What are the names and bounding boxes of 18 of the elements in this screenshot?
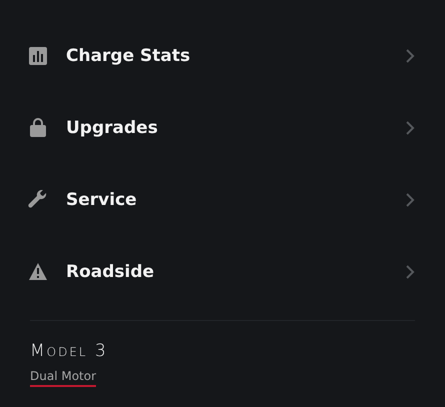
chevron-right-icon: [405, 48, 415, 64]
menu-item[interactable]: Upgrades: [0, 92, 445, 164]
wrench-icon: [28, 190, 48, 210]
variant-label: Dual Motor: [30, 369, 96, 387]
model-name: Model 3: [30, 341, 109, 361]
menu-item[interactable]: Roadside: [0, 236, 445, 308]
bar-chart-icon: [28, 46, 48, 66]
warning-icon: [28, 262, 48, 282]
menu-label: Upgrades: [66, 118, 159, 138]
shopping-bag-icon: [28, 118, 48, 138]
chevron-right-icon: [405, 120, 415, 136]
menu-label: Roadside: [66, 262, 156, 282]
chevron-right-icon: [405, 264, 415, 280]
menu-item[interactable]: Service: [0, 164, 445, 236]
menu-item[interactable]: Charge Stats: [0, 20, 445, 92]
menu-label: Charge Stats: [66, 46, 192, 66]
chevron-right-icon: [405, 192, 415, 208]
menu-label: Service: [66, 190, 138, 210]
